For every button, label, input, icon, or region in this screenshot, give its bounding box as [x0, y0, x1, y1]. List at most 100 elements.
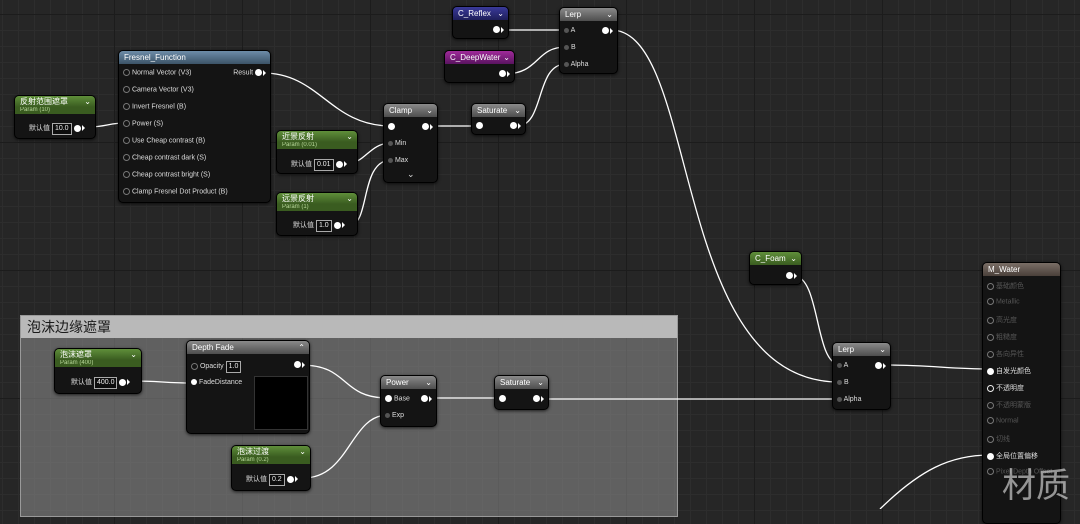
chevron-down-icon[interactable]: ⌄	[606, 8, 613, 21]
output-pin-icon[interactable]	[602, 27, 609, 34]
output-row[interactable]	[602, 27, 613, 34]
output-pin-icon[interactable]	[493, 26, 500, 33]
input-pin-icon[interactable]	[123, 103, 130, 110]
value-field[interactable]: 0.01	[313, 159, 334, 171]
material-pin-row[interactable]: Normal	[987, 417, 1019, 424]
clamp-node[interactable]: Clamp ⌄ Min Max ⌄	[383, 103, 438, 183]
chevron-down-icon[interactable]: ⌄	[425, 376, 432, 389]
input-pin-icon[interactable]	[837, 362, 842, 368]
comment-box-foam-edge[interactable]: 泡沫边缘遮罩	[20, 315, 678, 517]
value-field[interactable]: 0.2	[268, 474, 285, 486]
saturate-node-bottom[interactable]: Saturate ⌄	[494, 375, 549, 410]
input-row[interactable]	[388, 123, 395, 130]
input-pin-icon[interactable]	[987, 452, 994, 460]
output-pin-icon[interactable]	[421, 395, 428, 402]
material-pin-row[interactable]: 高光度	[987, 315, 1017, 325]
chevron-down-icon[interactable]: ⌄	[346, 193, 353, 204]
input-pin-icon[interactable]	[837, 396, 842, 402]
input-pin-icon[interactable]	[987, 417, 994, 424]
input-pin-icon[interactable]	[987, 468, 994, 475]
input-pin-icon[interactable]	[987, 350, 994, 358]
fade-distance-row[interactable]: FadeDistance	[191, 379, 242, 386]
output-pin-icon[interactable]	[786, 272, 793, 279]
output-row[interactable]	[786, 272, 797, 279]
output-pin-icon[interactable]	[286, 475, 294, 483]
saturate-node-top[interactable]: Saturate ⌄	[471, 103, 526, 135]
input-pin-icon[interactable]	[385, 412, 390, 418]
output-row[interactable]	[875, 362, 886, 369]
material-pin-row[interactable]: 切线	[987, 434, 1010, 444]
input-pin-icon[interactable]	[388, 140, 393, 146]
input-row[interactable]	[476, 122, 483, 129]
pin-row[interactable]: Clamp Fresnel Dot Product (B)	[123, 188, 228, 195]
value-field[interactable]: 400.0	[93, 377, 118, 389]
chevron-down-icon[interactable]: ⌄	[514, 104, 521, 117]
a-row[interactable]: A	[837, 362, 848, 369]
material-pin-row[interactable]: 不透明度	[987, 383, 1024, 393]
input-pin-icon[interactable]	[987, 282, 994, 290]
input-pin-icon[interactable]	[123, 137, 130, 144]
input-pin-icon[interactable]	[987, 401, 994, 409]
input-pin-icon[interactable]	[987, 384, 994, 392]
chevron-down-icon[interactable]: ⌄	[130, 349, 137, 360]
min-row[interactable]: Min	[388, 140, 406, 147]
param-far-reflection-node[interactable]: 远景反射 ⌄ Param (1) 默认值 1.0	[276, 192, 358, 236]
pin-row[interactable]: Invert Fresnel (B)	[123, 103, 186, 110]
output-row[interactable]: Result	[233, 69, 266, 76]
output-pin-icon[interactable]	[422, 123, 429, 130]
max-row[interactable]: Max	[388, 157, 408, 164]
pin-row[interactable]: Normal Vector (V3)	[123, 69, 191, 76]
input-pin-icon[interactable]	[123, 171, 130, 178]
c-foam-node[interactable]: C_Foam ⌄	[749, 251, 802, 285]
alpha-row[interactable]: Alpha	[837, 396, 861, 403]
output-row[interactable]	[533, 395, 544, 402]
chevron-down-icon[interactable]: ⌄	[346, 131, 353, 142]
lerp-node-bottom[interactable]: Lerp ⌄ A B Alpha	[832, 342, 891, 410]
depth-fade-node[interactable]: Depth Fade ⌃ Opacity 1.0 FadeDistance	[186, 340, 310, 434]
output-pin-icon[interactable]	[510, 122, 517, 129]
input-pin-icon[interactable]	[191, 379, 197, 386]
value-field[interactable]: 1.0	[315, 220, 332, 232]
c-deepwater-node[interactable]: C_DeepWater ⌄	[444, 50, 515, 83]
input-pin-icon[interactable]	[499, 395, 506, 402]
output-pin-icon[interactable]	[119, 378, 127, 386]
output-row[interactable]	[294, 361, 305, 368]
output-pin-icon[interactable]	[73, 124, 81, 132]
output-pin-icon[interactable]	[499, 70, 506, 77]
material-pin-row[interactable]: 各向异性	[987, 349, 1024, 359]
opacity-value-field[interactable]: 1.0	[225, 361, 242, 373]
chevron-down-icon[interactable]: ⌄	[790, 252, 797, 265]
material-pin-row[interactable]: Metallic	[987, 298, 1020, 305]
input-pin-icon[interactable]	[987, 367, 994, 375]
input-pin-icon[interactable]	[388, 123, 395, 130]
power-node[interactable]: Power ⌄ Base Exp	[380, 375, 437, 427]
input-pin-icon[interactable]	[564, 61, 569, 67]
chevron-down-icon[interactable]: ⌄	[879, 343, 886, 356]
param-foam-mask-node[interactable]: 泡沫遮罩 ⌄ Param (400) 默认值 400.0	[54, 348, 142, 394]
material-pin-row[interactable]: 不透明蒙版	[987, 400, 1031, 410]
input-pin-icon[interactable]	[123, 120, 130, 127]
exp-row[interactable]: Exp	[385, 412, 404, 419]
b-row[interactable]: B	[837, 379, 849, 386]
chevron-up-icon[interactable]: ⌃	[298, 341, 305, 354]
param-foam-transition-node[interactable]: 泡沫过渡 ⌄ Param (0.2) 默认值 0.2	[231, 445, 311, 491]
input-pin-icon[interactable]	[123, 86, 130, 93]
expand-chevron-icon[interactable]: ⌄	[407, 169, 415, 180]
comment-title[interactable]: 泡沫边缘遮罩	[21, 316, 677, 338]
param-near-reflection-node[interactable]: 近景反射 ⌄ Param (0.01) 默认值 0.01	[276, 130, 358, 174]
output-row[interactable]	[499, 70, 510, 77]
output-pin-icon[interactable]	[333, 221, 341, 229]
output-pin-icon[interactable]	[255, 69, 262, 76]
pin-row[interactable]: Use Cheap contrast (B)	[123, 137, 205, 144]
input-pin-icon[interactable]	[564, 27, 569, 33]
input-pin-icon[interactable]	[987, 435, 994, 443]
output-pin-icon[interactable]	[335, 160, 343, 168]
input-pin-icon[interactable]	[987, 316, 994, 324]
input-row[interactable]	[499, 395, 506, 402]
pin-row[interactable]: Cheap contrast dark (S)	[123, 154, 206, 161]
output-row[interactable]	[510, 122, 521, 129]
alpha-row[interactable]: Alpha	[564, 61, 588, 68]
output-pin-icon[interactable]	[533, 395, 540, 402]
param-reflect-range-node[interactable]: 反射范围遮罩 ⌄ Param (10) 默认值 10.0	[14, 95, 96, 139]
chevron-down-icon[interactable]: ⌄	[299, 446, 306, 457]
